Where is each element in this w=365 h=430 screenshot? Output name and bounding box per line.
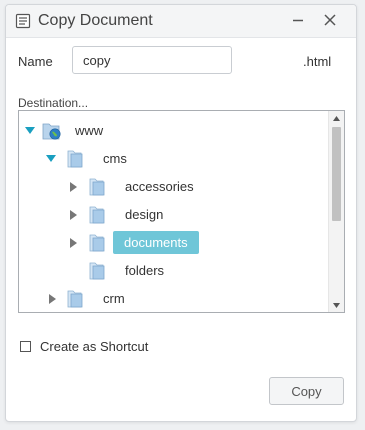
tree-node-label: accessories	[125, 179, 194, 194]
tree-node-design[interactable]: design	[19, 201, 329, 229]
collapsed-arrow-icon[interactable]	[47, 293, 59, 305]
collapsed-arrow-icon[interactable]	[68, 181, 80, 193]
minimize-button[interactable]	[287, 9, 309, 31]
tree-node-label: cms	[103, 151, 127, 166]
collapsed-arrow-icon[interactable]	[68, 237, 80, 249]
folder-icon	[89, 234, 105, 252]
scroll-up-arrow-icon	[333, 115, 340, 121]
create-shortcut-checkbox[interactable]	[20, 341, 31, 352]
dialog-title: Copy Document	[38, 12, 153, 29]
tree-node-label: crm	[103, 291, 125, 306]
expanded-arrow-icon[interactable]	[45, 153, 57, 165]
tree-node-label-selected: documents	[113, 231, 199, 254]
tree-node-label: design	[125, 207, 164, 222]
create-shortcut-option[interactable]: Create as Shortcut	[20, 339, 148, 354]
folder-icon	[67, 150, 83, 168]
title-bar: Copy Document	[6, 5, 356, 38]
folder-icon	[89, 262, 105, 280]
name-label: Name	[18, 54, 53, 69]
tree-scrollbar[interactable]	[328, 111, 344, 312]
tree-node-cms[interactable]: cms	[19, 145, 329, 173]
extension-label: .html	[303, 54, 332, 69]
tree-node-crm[interactable]: crm	[19, 285, 329, 312]
document-icon	[15, 13, 31, 29]
scroll-down-arrow-icon	[333, 302, 340, 308]
tree-node-label: www	[75, 123, 104, 138]
tree-node-accessories[interactable]: accessories	[19, 173, 329, 201]
collapsed-arrow-icon[interactable]	[68, 209, 80, 221]
folder-icon	[89, 206, 105, 224]
tree-node-folders[interactable]: folders	[19, 257, 329, 285]
destination-label: Destination...	[18, 96, 89, 110]
tree-node-www[interactable]: www	[19, 117, 329, 145]
folder-icon	[89, 178, 105, 196]
destination-tree[interactable]: www cms accessories design documents fol…	[18, 110, 345, 313]
create-shortcut-label: Create as Shortcut	[40, 339, 149, 354]
scroll-up-button[interactable]	[329, 111, 344, 125]
expanded-arrow-icon[interactable]	[24, 125, 36, 137]
tree-node-label: folders	[125, 263, 165, 278]
scroll-thumb[interactable]	[332, 127, 341, 221]
close-button[interactable]	[319, 9, 341, 31]
copy-button[interactable]: Copy	[269, 377, 344, 405]
copy-document-dialog: Copy Document Name .html Destination... …	[5, 4, 357, 422]
name-input[interactable]	[72, 46, 232, 74]
minimize-icon	[293, 19, 303, 22]
globe-folder-icon	[42, 123, 61, 140]
folder-icon	[67, 290, 83, 308]
tree-node-documents[interactable]: documents	[19, 229, 329, 257]
close-icon	[324, 14, 336, 26]
scroll-down-button[interactable]	[329, 298, 344, 312]
